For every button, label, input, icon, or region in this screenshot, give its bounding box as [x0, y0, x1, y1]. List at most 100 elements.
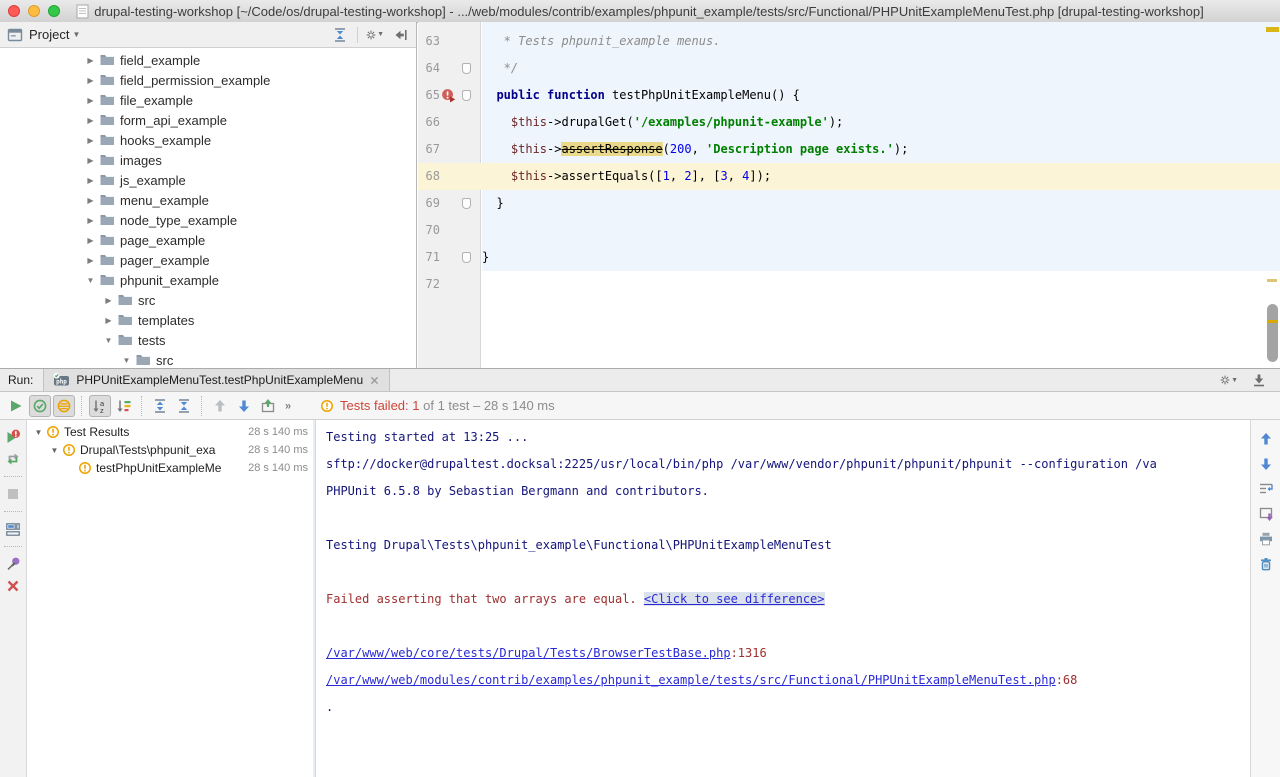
project-tree-item[interactable]: ▶templates	[0, 310, 416, 330]
hide-panel-icon[interactable]	[392, 26, 410, 44]
expand-all-icon[interactable]	[149, 395, 171, 417]
code-text[interactable]: $this->drupalGet('/examples/phpunit-exam…	[482, 109, 843, 136]
down-stack-trace-icon[interactable]	[1255, 453, 1277, 474]
chevron-down-icon[interactable]: ▼	[72, 30, 80, 39]
tree-expanded-icon[interactable]: ▼	[84, 276, 97, 285]
fold-marker-icon[interactable]	[462, 90, 471, 101]
settings-gear-icon[interactable]: ▼	[1220, 371, 1238, 389]
sort-alphabetically-icon[interactable]: az	[89, 395, 111, 417]
run-tab[interactable]: php PHPUnitExampleMenuTest.testPhpUnitEx…	[43, 369, 390, 391]
test-tree-row[interactable]: ▼Drupal\Tests\phpunit_exa28 s 140 ms	[28, 441, 313, 459]
tree-collapsed-icon[interactable]: ▶	[84, 56, 97, 65]
tree-collapsed-icon[interactable]: ▶	[102, 296, 115, 305]
project-tree-item[interactable]: ▶form_api_example	[0, 110, 416, 130]
test-tree-row[interactable]: ▼Test Results28 s 140 ms	[28, 423, 313, 441]
sort-by-duration-icon[interactable]	[113, 395, 135, 417]
minimize-window-button[interactable]	[28, 5, 40, 17]
stop-icon[interactable]	[2, 485, 24, 503]
collapse-all-icon[interactable]	[173, 395, 195, 417]
project-tree-item[interactable]: ▼src	[0, 350, 416, 368]
tree-expanded-icon[interactable]: ▼	[102, 336, 115, 345]
project-tree-item[interactable]: ▶menu_example	[0, 190, 416, 210]
previous-failed-test-icon[interactable]	[209, 395, 231, 417]
collapse-all-icon[interactable]	[331, 26, 349, 44]
project-tree-item[interactable]: ▶pager_example	[0, 250, 416, 270]
close-icon[interactable]	[2, 577, 24, 595]
editor[interactable]: 63 * Tests phpunit_example menus.64 */65…	[418, 22, 1280, 368]
code-text[interactable]: * Tests phpunit_example menus.	[482, 28, 720, 55]
code-text[interactable]: $this->assertEquals([1, 2], [3, 4]);	[482, 163, 771, 190]
restore-layout-icon[interactable]	[2, 520, 24, 538]
export-test-results-icon[interactable]	[257, 395, 279, 417]
print-icon[interactable]	[1255, 528, 1277, 549]
rerun-failed-tests-icon[interactable]	[2, 428, 24, 446]
code-text[interactable]: }	[482, 190, 504, 217]
tree-collapsed-icon[interactable]: ▶	[84, 216, 97, 225]
editor-line[interactable]: 67 $this->assertResponse(200, 'Descripti…	[418, 136, 1264, 163]
project-tree-item[interactable]: ▶file_example	[0, 90, 416, 110]
project-tree-item[interactable]: ▶field_example	[0, 50, 416, 70]
code-text[interactable]: $this->assertResponse(200, 'Description …	[482, 136, 908, 163]
tree-collapsed-icon[interactable]: ▶	[84, 76, 97, 85]
editor-line[interactable]: 72	[418, 271, 1264, 298]
warning-stripe-mark[interactable]	[1267, 279, 1277, 282]
editor-line[interactable]: 70	[418, 217, 1264, 244]
tree-collapsed-icon[interactable]: ▶	[102, 316, 115, 325]
code-text[interactable]: public function testPhpUnitExampleMenu()…	[482, 82, 800, 109]
next-failed-test-icon[interactable]	[233, 395, 255, 417]
settings-gear-icon[interactable]: ▼	[366, 26, 384, 44]
tree-collapsed-icon[interactable]: ▶	[84, 256, 97, 265]
fold-marker-icon[interactable]	[462, 252, 471, 263]
rerun-icon[interactable]	[5, 395, 27, 417]
failed-test-icon[interactable]	[440, 88, 457, 103]
tree-expanded-icon[interactable]: ▼	[120, 356, 133, 365]
editor-line[interactable]: 69 }	[418, 190, 1264, 217]
code-text[interactable]: */	[482, 55, 518, 82]
fold-marker-icon[interactable]	[462, 63, 471, 74]
project-tool-label[interactable]: Project	[29, 27, 69, 42]
editor-line[interactable]: 65 public function testPhpUnitExampleMen…	[418, 82, 1264, 109]
diff-link[interactable]: <Click to see difference>	[644, 592, 825, 606]
project-tree-item[interactable]: ▶page_example	[0, 230, 416, 250]
pin-tab-icon[interactable]	[2, 555, 24, 573]
stack-trace-link[interactable]: /var/www/web/core/tests/Drupal/Tests/Bro…	[326, 646, 731, 660]
close-tab-icon[interactable]	[369, 375, 380, 386]
auto-test-icon[interactable]	[2, 450, 24, 468]
tree-collapsed-icon[interactable]: ▶	[84, 96, 97, 105]
project-tree-item[interactable]: ▼tests	[0, 330, 416, 350]
editor-scrollbar-thumb[interactable]	[1267, 304, 1278, 362]
tree-expanded-icon[interactable]: ▼	[48, 446, 61, 455]
tree-collapsed-icon[interactable]: ▶	[84, 236, 97, 245]
tree-expanded-icon[interactable]: ▼	[32, 428, 45, 437]
dock-icon[interactable]	[1250, 371, 1268, 389]
test-console[interactable]: Testing started at 13:25 ...sftp://docke…	[316, 420, 1250, 777]
clear-all-icon[interactable]	[1255, 553, 1277, 574]
editor-line[interactable]: 68 $this->assertEquals([1, 2], [3, 4]);	[418, 163, 1264, 190]
editor-line[interactable]: 63 * Tests phpunit_example menus.	[418, 28, 1264, 55]
test-tree-row[interactable]: testPhpUnitExampleMe28 s 140 ms	[28, 459, 313, 477]
tree-collapsed-icon[interactable]: ▶	[84, 136, 97, 145]
up-stack-trace-icon[interactable]	[1255, 428, 1277, 449]
zoom-window-button[interactable]	[48, 5, 60, 17]
tree-collapsed-icon[interactable]: ▶	[84, 116, 97, 125]
scroll-to-end-icon[interactable]	[1255, 503, 1277, 524]
soft-wrap-icon[interactable]	[1255, 478, 1277, 499]
project-tree-item[interactable]: ▶field_permission_example	[0, 70, 416, 90]
editor-line[interactable]: 64 */	[418, 55, 1264, 82]
editor-line[interactable]: 71}	[418, 244, 1264, 271]
more-icon[interactable]: »	[281, 395, 303, 417]
editor-line[interactable]: 66 $this->drupalGet('/examples/phpunit-e…	[418, 109, 1264, 136]
tree-collapsed-icon[interactable]: ▶	[84, 176, 97, 185]
close-window-button[interactable]	[8, 5, 20, 17]
project-tree-item[interactable]: ▶node_type_example	[0, 210, 416, 230]
show-passed-icon[interactable]	[29, 395, 51, 417]
editor-error-stripe[interactable]	[1264, 22, 1280, 368]
project-tree-item[interactable]: ▶js_example	[0, 170, 416, 190]
project-tree-item[interactable]: ▶images	[0, 150, 416, 170]
project-tree-item[interactable]: ▶src	[0, 290, 416, 310]
project-tree-item[interactable]: ▶hooks_example	[0, 130, 416, 150]
fold-marker-icon[interactable]	[462, 198, 471, 209]
show-ignored-icon[interactable]	[53, 395, 75, 417]
tree-collapsed-icon[interactable]: ▶	[84, 156, 97, 165]
code-text[interactable]: }	[482, 244, 489, 271]
